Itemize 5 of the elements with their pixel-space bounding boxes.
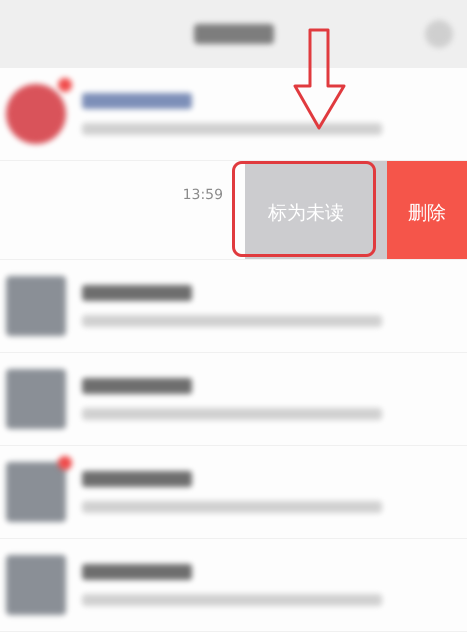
add-icon[interactable]	[425, 20, 453, 48]
delete-button[interactable]: 删除	[387, 161, 467, 259]
message-time: 13:59	[182, 187, 223, 203]
down-arrow-icon	[293, 28, 347, 132]
avatar-placeholder	[6, 84, 66, 144]
